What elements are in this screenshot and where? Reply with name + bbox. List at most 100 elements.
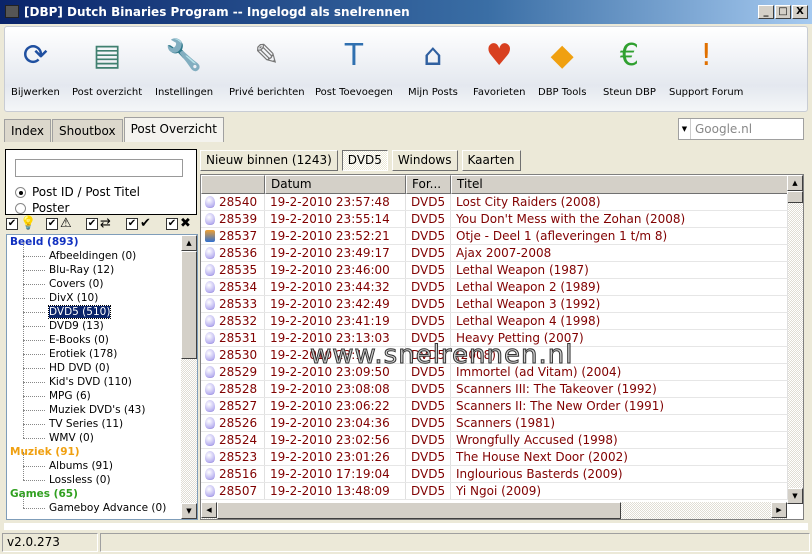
tree-item[interactable]: DVD5 (510): [7, 298, 197, 319]
filter-button-kaarten[interactable]: Kaarten: [461, 150, 521, 171]
toolbar-button-priv-berichten[interactable]: ✎ Privé berichten: [229, 31, 305, 99]
tree-item[interactable]: WMV (0): [7, 424, 197, 445]
scroll-down-button[interactable]: ▼: [787, 488, 803, 504]
tab-index[interactable]: Index: [4, 119, 52, 142]
post-title: Lethal Weapon 3 (1992): [451, 296, 788, 312]
search-input[interactable]: [15, 159, 183, 177]
filter-warning[interactable]: ✔ ⚠: [46, 216, 86, 231]
checkbox[interactable]: ✔: [166, 217, 178, 230]
cell-text: DVD5: [411, 263, 446, 277]
bulb-icon: [205, 468, 215, 480]
tree-item[interactable]: Covers (0): [7, 270, 197, 291]
toolbar-button-dbp-tools[interactable]: ◆ DBP Tools: [538, 31, 586, 99]
tree-item[interactable]: HD DVD (0): [7, 354, 197, 375]
tree-item[interactable]: Albums (91): [7, 452, 197, 473]
column-header[interactable]: For...: [406, 175, 451, 194]
cell-text: DVD5: [411, 433, 446, 447]
table-row[interactable]: 28539 19-2-2010 23:55:14 DVD5 You Don't Mes…: [201, 211, 788, 228]
checkbox[interactable]: ✔: [6, 217, 18, 230]
cell-text: (2008): [456, 348, 496, 362]
post-id: 28528: [201, 381, 265, 397]
post-title: Inglourious Basterds (2009): [451, 466, 788, 482]
scroll-thumb[interactable]: [787, 191, 803, 203]
warning-icon: ⚠: [60, 216, 72, 231]
app-icon: [5, 5, 19, 18]
scroll-right-button[interactable]: ▶: [771, 502, 787, 518]
toolbar-button-bijwerken[interactable]: ⟳ Bijwerken: [11, 31, 60, 99]
filter-button-nieuw[interactable]: Nieuw binnen (1243): [200, 150, 338, 171]
tree-category[interactable]: Games (65): [7, 487, 197, 501]
tree-item[interactable]: Erotiek (178): [7, 340, 197, 361]
table-row[interactable]: 28526 19-2-2010 23:04:36 DVD5 Scanners (198…: [201, 415, 788, 432]
table-row[interactable]: 28535 19-2-2010 23:46:00 DVD5 Lethal Weapon…: [201, 262, 788, 279]
filter-check[interactable]: ✔ ✔: [126, 216, 166, 231]
toolbar-label: Support Forum: [669, 87, 744, 98]
filter-button-windows[interactable]: Windows: [391, 150, 458, 171]
checkbox[interactable]: ✔: [86, 217, 98, 230]
cell-text: Lethal Weapon 2 (1989): [456, 280, 601, 294]
column-header[interactable]: Datum: [265, 175, 406, 194]
tree-item[interactable]: E-Books (0): [7, 326, 197, 347]
table-row[interactable]: 28531 19-2-2010 23:13:03 DVD5 Heavy Petting…: [201, 330, 788, 347]
radio-button[interactable]: [15, 202, 26, 214]
table-row[interactable]: 28536 19-2-2010 23:49:17 DVD5 Ajax 2007-200…: [201, 245, 788, 262]
toolbar-button-post-toevoegen[interactable]: T Post Toevoegen: [315, 31, 393, 99]
tree-item[interactable]: Muziek DVD's (43): [7, 396, 197, 417]
close-button[interactable]: X: [792, 5, 808, 19]
table-row[interactable]: 28507 19-2-2010 13:48:09 DVD5 Yi Ngoi (2009…: [201, 483, 788, 500]
toolbar-button-steun-dbp[interactable]: € Steun DBP: [603, 31, 656, 99]
scroll-up-button[interactable]: ▲: [787, 175, 803, 191]
tree-item[interactable]: DivX (10): [7, 284, 197, 305]
tree-item[interactable]: Gameboy Advance (0): [7, 494, 197, 515]
tree-item[interactable]: Afbeeldingen (0): [7, 242, 197, 263]
maximize-button[interactable]: □: [775, 5, 791, 19]
table-row[interactable]: 28528 19-2-2010 23:08:08 DVD5 Scanners III:…: [201, 381, 788, 398]
table-row[interactable]: 28540 19-2-2010 23:57:48 DVD5 Lost City Rai…: [201, 194, 788, 211]
tree-category[interactable]: Beeld (893): [7, 235, 197, 249]
checkbox[interactable]: ✔: [46, 217, 58, 230]
radio-button[interactable]: [15, 186, 26, 198]
table-row[interactable]: 28529 19-2-2010 23:09:50 DVD5 Immortel (ad …: [201, 364, 788, 381]
tree-item[interactable]: TV Series (11): [7, 410, 197, 431]
filter-bulb[interactable]: ✔ 💡: [6, 216, 46, 231]
toolbar-button-favorieten[interactable]: ♥ Favorieten: [473, 31, 525, 99]
tree-category[interactable]: Muziek (91): [7, 445, 197, 459]
column-header[interactable]: [201, 175, 265, 194]
dropdown-arrow-icon[interactable]: ▼: [679, 119, 691, 139]
tree-item[interactable]: Blu-Ray (12): [7, 256, 197, 277]
grid-hscrollbar[interactable]: ◀ ▶: [201, 502, 787, 519]
radio-post-id[interactable]: Post ID / Post Titel: [15, 185, 140, 199]
column-header[interactable]: Titel: [451, 175, 788, 194]
filter-repost[interactable]: ✔ ⇄: [86, 216, 126, 231]
table-row[interactable]: 28532 19-2-2010 23:41:19 DVD5 Lethal Weapon…: [201, 313, 788, 330]
minimize-button[interactable]: _: [758, 5, 774, 19]
table-row[interactable]: 28530 19-2-2010 23:1 DVD5 (2008): [201, 347, 788, 364]
tab-shoutbox[interactable]: Shoutbox: [52, 119, 123, 142]
table-row[interactable]: 28527 19-2-2010 23:06:22 DVD5 Scanners II: …: [201, 398, 788, 415]
toolbar-button-support-forum[interactable]: ! Support Forum: [669, 31, 744, 99]
toolbar-button-post-overzicht[interactable]: ▤ Post overzicht: [72, 31, 142, 99]
table-row[interactable]: 28523 19-2-2010 23:01:26 DVD5 The House Nex…: [201, 449, 788, 466]
cell-text: Wrongfully Accused (1998): [456, 433, 618, 447]
scroll-thumb[interactable]: [217, 502, 621, 519]
toolbar-button-instellingen[interactable]: 🔧 Instellingen: [155, 31, 213, 99]
tree-item[interactable]: Kid's DVD (110): [7, 368, 197, 389]
table-row[interactable]: 28534 19-2-2010 23:44:32 DVD5 Lethal Weapon…: [201, 279, 788, 296]
scroll-left-button[interactable]: ◀: [201, 502, 217, 518]
checkbox[interactable]: ✔: [126, 217, 138, 230]
toolbar-button-mijn-posts[interactable]: ⌂ Mijn Posts: [408, 31, 458, 99]
cell-text: 28536: [219, 246, 258, 260]
tab-post-overzicht[interactable]: Post Overzicht: [123, 117, 224, 142]
table-row[interactable]: 28537 19-2-2010 23:52:21 DVD5 Otje - Deel 1…: [201, 228, 788, 245]
radio-poster[interactable]: Poster: [15, 201, 69, 215]
tree-item[interactable]: MPG (6): [7, 382, 197, 403]
table-row[interactable]: 28524 19-2-2010 23:02:56 DVD5 Wrongfully Ac…: [201, 432, 788, 449]
grid-vscrollbar[interactable]: ▲ ▼: [787, 175, 803, 504]
text-document-icon: T: [344, 37, 364, 73]
table-row[interactable]: 28533 19-2-2010 23:42:49 DVD5 Lethal Weapon…: [201, 296, 788, 313]
table-row[interactable]: 28516 19-2-2010 17:19:04 DVD5 Inglourious B…: [201, 466, 788, 483]
tree-item[interactable]: Lossless (0): [7, 466, 197, 487]
google-search-input[interactable]: ▼ Google.nl: [678, 118, 804, 140]
tree-item[interactable]: DVD9 (13): [7, 312, 197, 333]
filter-button-dvd5[interactable]: DVD5: [341, 150, 388, 171]
